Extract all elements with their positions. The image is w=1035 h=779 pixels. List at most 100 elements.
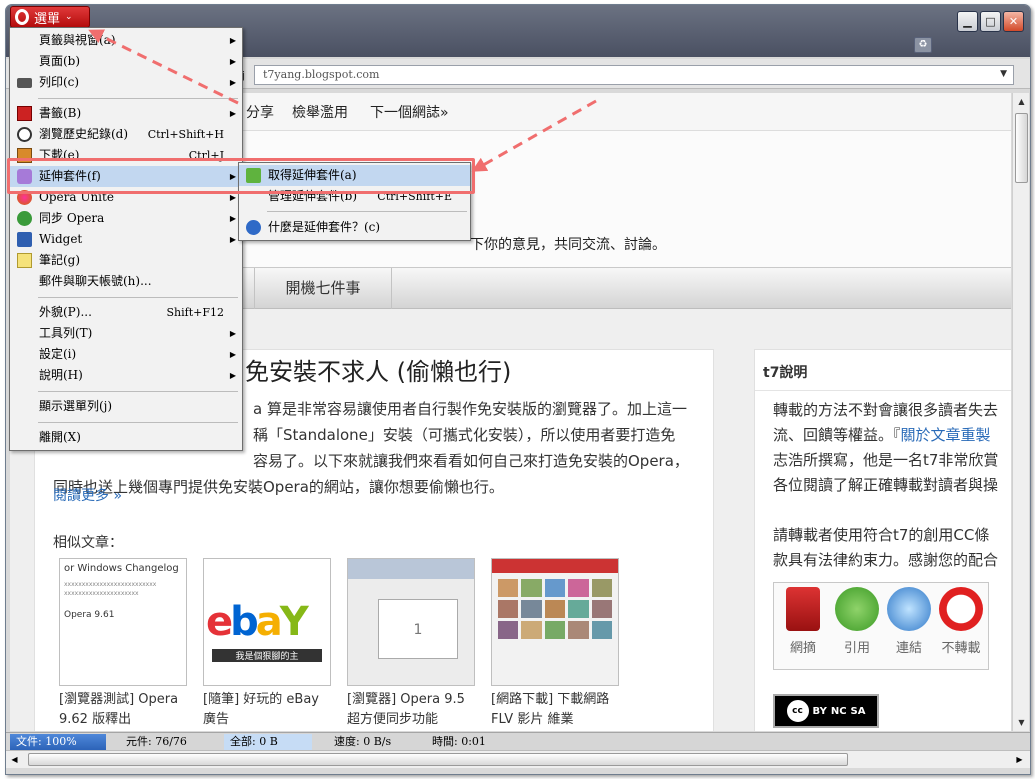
globe-icon: [887, 587, 931, 631]
related-caption[interactable]: [瀏覽器] Opera 9.5 超方便同步功能: [347, 690, 477, 730]
status-bar: 文件: 100% 元件: 76/76 全部: 0 B 速度: 0 B/s 時間:…: [6, 732, 1030, 750]
maximize-button[interactable]: □: [980, 11, 1001, 32]
menu-item-sync[interactable]: 同步 Opera ▶: [10, 208, 242, 229]
submenu-arrow-icon: ▶: [229, 329, 236, 338]
menu-button-label: 選單: [34, 11, 61, 27]
vertical-scroll-thumb[interactable]: [1015, 113, 1028, 183]
scroll-right-icon[interactable]: ▶: [1011, 751, 1028, 768]
menu-item-label: Widget: [39, 232, 83, 246]
link-item[interactable]: 連結: [884, 587, 934, 656]
submenu-item-what-are-extensions[interactable]: 什麼是延伸套件？(c): [239, 217, 470, 238]
tab-boot-seven[interactable]: 開機七件事: [254, 268, 392, 309]
opera-menu-button[interactable]: 選單 ⌄: [10, 6, 90, 28]
status-zoom[interactable]: 文件: 100%: [10, 734, 106, 750]
menu-item-widget[interactable]: Widget ▶: [10, 229, 242, 250]
vertical-scrollbar[interactable]: ▲ ▼: [1012, 93, 1029, 731]
related-thumb[interactable]: or Windows Changelog xxxxxxxxxxxxxxxxxxx…: [59, 558, 187, 686]
menu-item-label: 列印(c): [39, 75, 80, 89]
status-speed: 速度: 0 B/s: [334, 735, 392, 748]
nav-share-link[interactable]: 分享: [246, 102, 274, 122]
close-button[interactable]: ✕: [1003, 11, 1024, 32]
menu-item-label: 書籤(B): [39, 106, 82, 120]
minimize-button[interactable]: ▁: [957, 11, 978, 32]
no-repost-icon: [939, 587, 983, 631]
menu-item-settings[interactable]: 設定(i) ▶: [10, 344, 242, 365]
menu-separator: [38, 422, 238, 423]
menu-item-show-menubar[interactable]: 顯示選單列(j): [10, 396, 242, 417]
recycle-icon: [835, 587, 879, 631]
horizontal-scrollbar[interactable]: ◀ ▶: [6, 750, 1030, 768]
history-icon: [17, 127, 32, 142]
menu-separator: [38, 297, 238, 298]
related-caption[interactable]: [瀏覽器測試] Opera 9.62 版釋出: [59, 690, 189, 730]
scroll-left-icon[interactable]: ◀: [6, 751, 23, 768]
submenu-arrow-icon: ▶: [229, 235, 236, 244]
menu-item-help[interactable]: 說明(H) ▶: [10, 365, 242, 386]
submenu-item-label: 什麼是延伸套件？(c): [268, 220, 381, 234]
menu-item-history[interactable]: 瀏覽歷史紀錄(d) Ctrl+Shift+H: [10, 124, 242, 145]
menu-item-appearance[interactable]: 外貌(P)... Shift+F12: [10, 302, 242, 323]
menu-item-mail-chat[interactable]: 郵件與聊天帳號(h)...: [10, 271, 242, 292]
cc-badge-part: SA: [850, 705, 866, 717]
menu-separator: [38, 98, 238, 99]
menu-item-print[interactable]: 列印(c) ▶: [10, 72, 242, 93]
post-line: 容易了。以下來就讓我們來看看如何自己來打造免安裝的Opera，: [253, 452, 689, 470]
menu-shortcut: Shift+F12: [166, 306, 224, 319]
cc-label: 連結: [895, 641, 922, 656]
related-caption[interactable]: [隨筆] 好玩的 eBay 廣告: [203, 690, 333, 730]
menu-item-label: 頁籤與視窗(a): [39, 33, 116, 47]
menu-item-toolbars[interactable]: 工具列(T) ▶: [10, 323, 242, 344]
sync-icon: [17, 211, 32, 226]
menu-item-label: 顯示選單列(j): [39, 399, 113, 413]
menu-item-label: 說明(H): [39, 368, 83, 382]
copy-policy-link[interactable]: 關於文章重製: [901, 426, 991, 444]
menu-item-page[interactable]: 頁面(b) ▶: [10, 51, 242, 72]
address-input[interactable]: t7yang.blogspot.com ▼: [254, 65, 1014, 85]
status-total: 全部: 0 B: [224, 734, 312, 750]
cc-badge-part: cc: [786, 700, 809, 722]
cc-badge-part: BY: [812, 705, 827, 717]
scroll-up-icon[interactable]: ▲: [1013, 93, 1030, 110]
status-elements: 元件: 76/76: [126, 735, 187, 748]
cc-label: 網摘: [789, 641, 816, 656]
menu-separator: [267, 211, 467, 212]
menu-item-exit[interactable]: 離開(X): [10, 427, 242, 448]
sidebar-divider: [755, 390, 1011, 391]
sidebar-line: 各位閱讀了解正確轉載對讀者與操: [773, 476, 999, 494]
opera-main-menu: 頁籤與視窗(a) ▶ 頁面(b) ▶ 列印(c) ▶ 書籤(B) ▶ 瀏覽歷史紀錄(d)…: [9, 27, 243, 451]
address-url: t7yang.blogspot.com: [263, 68, 380, 81]
sidebar-text: 轉載的方法不對會讓很多讀者失去 流、回饋等權益。『關於文章重製 志浩所撰寫，他是…: [773, 398, 1011, 573]
quote-item[interactable]: 引用: [832, 587, 882, 656]
menu-item-label: 外貌(P)...: [39, 305, 92, 319]
menu-item-label: 同步 Opera: [39, 211, 105, 225]
related-caption[interactable]: [網路下載] 下載網路 FLV 影片 維業: [491, 690, 621, 730]
menu-item-tabs-windows[interactable]: 頁籤與視窗(a) ▶: [10, 30, 242, 51]
horizontal-scroll-thumb[interactable]: [28, 753, 848, 766]
menu-item-label: 郵件與聊天帳號(h)...: [39, 274, 152, 288]
submenu-arrow-icon: ▶: [229, 214, 236, 223]
submenu-arrow-icon: ▶: [229, 371, 236, 380]
nav-next-blog-link[interactable]: 下一個網誌»: [370, 102, 449, 122]
bookmark-share-item[interactable]: 網摘: [778, 587, 828, 656]
nav-report-link[interactable]: 檢舉濫用: [292, 102, 348, 122]
thumb-subtext: 我是個狠腳的主: [212, 649, 322, 662]
trash-icon[interactable]: ♻: [914, 37, 932, 53]
address-dropdown-icon[interactable]: ▼: [1000, 69, 1007, 79]
related-thumb[interactable]: [491, 558, 619, 686]
chevron-down-icon: ⌄: [65, 12, 73, 22]
cc-license-badge[interactable]: cc BY NC SA: [773, 694, 879, 728]
bookmark-share-icon: [786, 587, 820, 631]
scroll-down-icon[interactable]: ▼: [1013, 714, 1030, 731]
submenu-arrow-icon: ▶: [229, 57, 236, 66]
sidebar-line: 流、回饋等權益。『: [773, 426, 901, 444]
menu-item-notes[interactable]: 筆記(g): [10, 250, 242, 271]
submenu-arrow-icon: ▶: [229, 350, 236, 359]
related-thumb[interactable]: ebaY 我是個狠腳的主: [203, 558, 331, 686]
menu-item-bookmarks[interactable]: 書籤(B) ▶: [10, 103, 242, 124]
post-title: 免安裝不求人 (偷懶也行): [245, 358, 512, 386]
sidebar-line: 請轉載者使用符合t7的創用CC條: [773, 526, 990, 544]
read-more-link[interactable]: 閱讀更多 »: [53, 485, 122, 505]
annotation-highlight-box: [7, 158, 475, 194]
no-repost-item[interactable]: 不轉載: [936, 587, 986, 656]
related-thumb[interactable]: 1: [347, 558, 475, 686]
